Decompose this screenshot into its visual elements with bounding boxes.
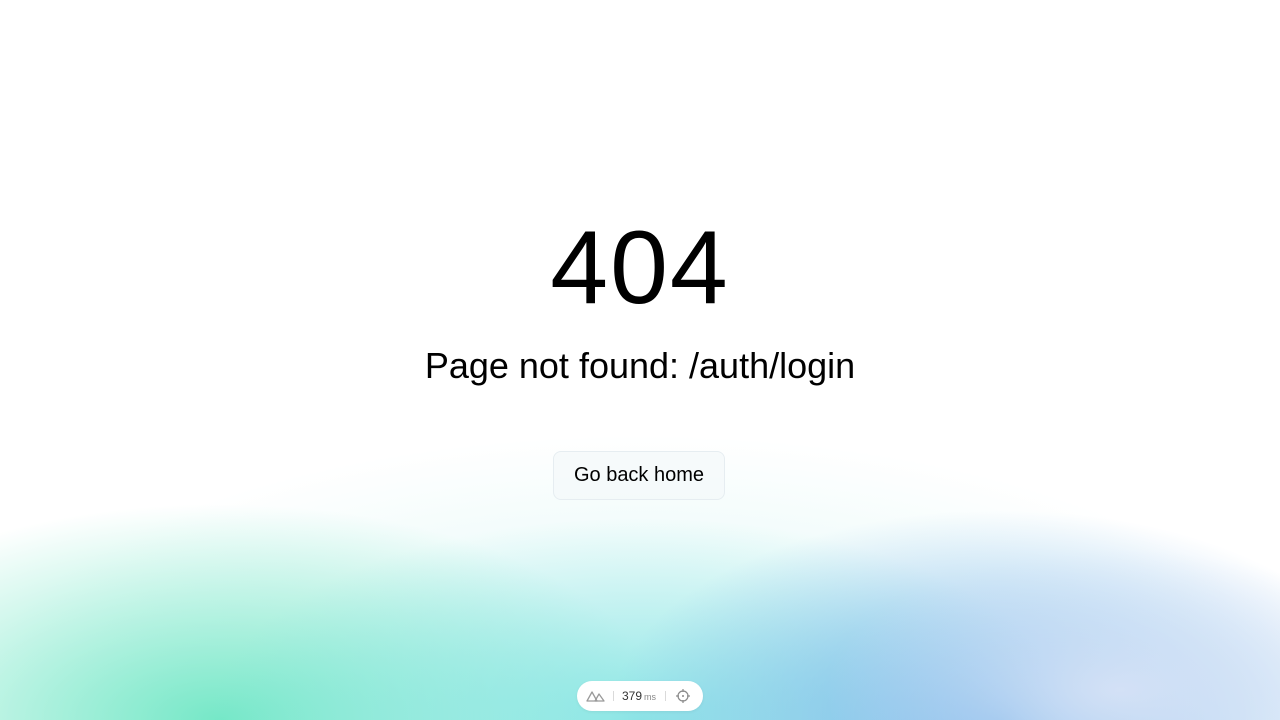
crosshair-icon[interactable] bbox=[675, 688, 691, 704]
render-timing[interactable]: 379 ms bbox=[622, 689, 656, 703]
error-message: Page not found: /auth/login bbox=[424, 345, 856, 386]
timing-unit: ms bbox=[644, 692, 657, 702]
nuxt-devtools-bar: 379 ms bbox=[577, 681, 703, 711]
timing-value: 379 bbox=[622, 689, 643, 703]
devbar-divider bbox=[613, 691, 614, 701]
error-code: 404 bbox=[550, 210, 730, 326]
nuxt-logo-icon[interactable] bbox=[586, 690, 606, 702]
devbar-divider bbox=[665, 691, 667, 701]
error-page: 404 Page not found: /auth/login Go back … bbox=[0, 0, 1280, 720]
go-back-home-button[interactable]: Go back home bbox=[553, 451, 725, 500]
